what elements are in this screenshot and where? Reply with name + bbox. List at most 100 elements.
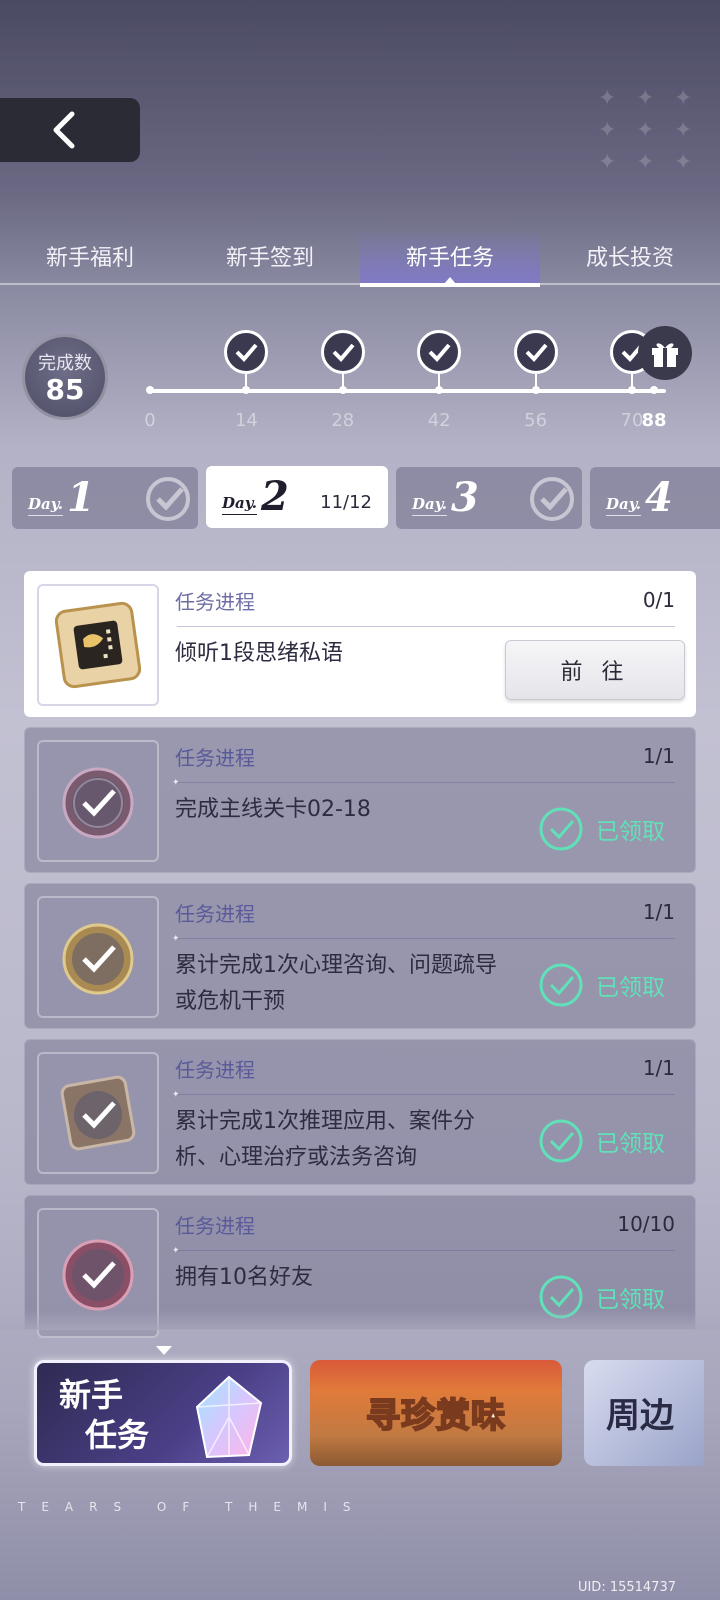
banner-label-line: 任务 (85, 1416, 150, 1454)
task-header: 任务进程 (175, 590, 255, 614)
claimed-label: 已领取 (596, 975, 665, 1001)
day-tab-2[interactable]: Day. 2 11/12 (206, 466, 388, 528)
milestone-reward-claimed-button[interactable] (417, 330, 462, 374)
completion-value: 85 (45, 373, 85, 406)
check-circle-icon (539, 807, 583, 851)
task-header: 任务进程 (175, 1214, 255, 1238)
check-icon (332, 343, 355, 362)
tab-label: 新手签到 (225, 246, 314, 271)
claimed-status: 已领取 (538, 962, 665, 1008)
tab-bar: 新手福利 新手签到 新手任务 成长投资 (0, 228, 720, 287)
day-word: Day. (28, 495, 63, 516)
milestone-node (650, 386, 658, 394)
chip-reward-icon (54, 601, 142, 689)
task-card: 任务进程 0/1 ✦ 倾听1段思绪私语 前 往 (24, 571, 696, 717)
banner-newbie-tasks[interactable]: 新手 任务 (34, 1360, 292, 1466)
task-reward-icon (37, 1052, 159, 1174)
claimed-status: 已领取 (538, 1118, 665, 1164)
sparkle-decoration: ✦ (598, 118, 617, 143)
task-divider (175, 938, 675, 939)
day-word: Day. (222, 494, 257, 515)
milestone-stem (534, 374, 537, 388)
divider-star-icon: ✦ (172, 1246, 180, 1256)
tab-growth-investment[interactable]: 成长投资 (540, 228, 720, 284)
milestone-label: 14 (234, 410, 258, 431)
day-number: 2 (260, 473, 289, 520)
divider-star-icon: ✦ (172, 622, 180, 632)
check-circle-icon (530, 477, 574, 521)
tab-newbie-welfare[interactable]: 新手福利 (0, 228, 180, 284)
tab-newbie-tasks[interactable]: 新手任务 (360, 228, 540, 287)
day-number: 3 (450, 474, 479, 521)
coin-reward-icon (62, 1239, 134, 1311)
go-button[interactable]: 前 往 (505, 640, 685, 700)
divider-star-icon: ✦ (172, 778, 180, 788)
check-circle-icon (539, 1119, 583, 1163)
task-header: 任务进程 (175, 902, 255, 926)
task-divider (175, 626, 675, 627)
check-icon (235, 343, 258, 362)
task-description: 累计完成1次推理应用、案件分析、心理治疗或法务咨询 (175, 1109, 475, 1170)
back-button[interactable] (0, 98, 140, 162)
divider-star-icon: ✦ (172, 1090, 180, 1100)
day-number: 4 (644, 474, 673, 521)
coin-reward-icon (62, 923, 134, 995)
task-progress: 10/10 (617, 1212, 675, 1236)
check-icon (428, 343, 451, 362)
task-description: 拥有10名好友 (175, 1265, 313, 1290)
completion-label: 完成数 (38, 353, 92, 374)
milestone-reward-claimed-button[interactable] (513, 330, 558, 374)
task-divider (175, 782, 675, 783)
milestone-reward-claimed-button[interactable] (224, 330, 269, 374)
task-description: 累计完成1次心理咨询、问题疏导或危机干预 (175, 953, 497, 1014)
day-tab-4[interactable]: Day. 4 (590, 467, 720, 529)
milestone-label: 0 (144, 410, 156, 431)
milestone-stem (341, 374, 344, 388)
banner-label: 寻珍赏味 (365, 1395, 506, 1437)
milestone-stem (438, 374, 441, 388)
final-reward-button[interactable] (638, 326, 692, 380)
task-divider (175, 1094, 675, 1095)
banner-food-hunt[interactable]: 寻珍赏味 (310, 1360, 562, 1466)
sparkle-decoration: ✦ (674, 118, 693, 143)
day-number: 1 (66, 474, 95, 521)
sparkle-decoration: ✦ (674, 86, 693, 111)
task-description: 倾听1段思绪私语 (175, 641, 343, 666)
milestone-reward-claimed-button[interactable] (320, 330, 365, 374)
task-card: 任务进程 1/1 ✦ 累计完成1次心理咨询、问题疏导或危机干预 已领取 (24, 883, 696, 1029)
milestone-label: 28 (331, 410, 355, 431)
brand-logo-text: TEARS OF THEMIS (18, 1500, 367, 1514)
coin-reward-icon (62, 767, 134, 839)
milestone-label: 56 (524, 410, 548, 431)
chevron-left-icon (53, 111, 75, 149)
milestone-label: 88 (641, 410, 667, 431)
completion-counter: 完成数 85 (22, 334, 108, 420)
sparkle-decoration: ✦ (636, 150, 655, 175)
tab-label: 成长投资 (585, 246, 674, 271)
banner-merch[interactable]: 周边 (584, 1360, 704, 1466)
banner-label-line: 新手 (59, 1376, 124, 1414)
banner-label: 新手 任务 (59, 1375, 149, 1455)
day-tab-1[interactable]: Day. 1 (12, 467, 198, 529)
sparkle-decoration: ✦ (598, 86, 617, 111)
claimed-label: 已领取 (596, 1131, 665, 1157)
task-description: 完成主线关卡02-18 (175, 797, 371, 822)
day-tab-3[interactable]: Day. 3 (396, 467, 582, 529)
task-divider (175, 1250, 675, 1251)
task-progress: 1/1 (642, 1056, 675, 1080)
claimed-label: 已领取 (596, 1287, 665, 1313)
task-header: 任务进程 (175, 746, 255, 770)
progress-track (150, 389, 666, 393)
tab-label: 新手任务 (405, 246, 494, 271)
sparkle-decoration: ✦ (598, 150, 617, 175)
check-icon (525, 343, 548, 362)
crystal-icon (195, 1375, 263, 1459)
tab-newbie-signin[interactable]: 新手签到 (180, 228, 360, 284)
task-header: 任务进程 (175, 1058, 255, 1082)
day-task-count: 11/12 (320, 492, 372, 513)
task-progress: 1/1 (642, 744, 675, 768)
claimed-label: 已领取 (596, 819, 665, 845)
claimed-status: 已领取 (538, 806, 665, 852)
gift-icon (652, 343, 678, 367)
divider-star-icon: ✦ (172, 934, 180, 944)
